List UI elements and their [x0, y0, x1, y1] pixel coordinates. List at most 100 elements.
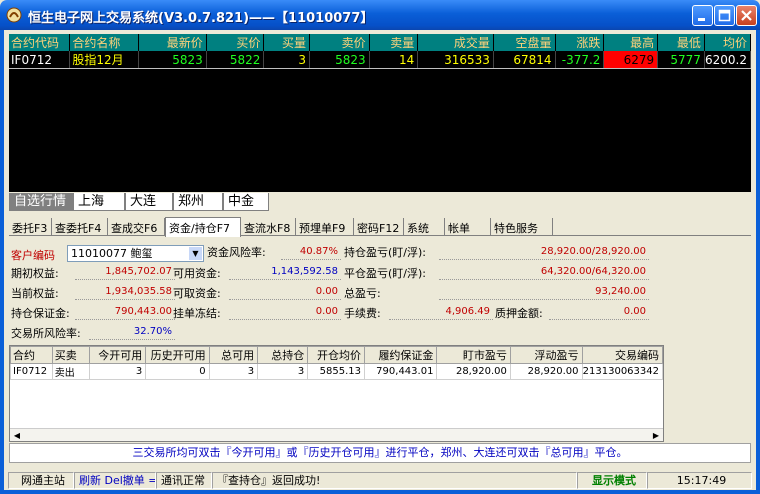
positions-header[interactable]: 合约 [10, 346, 53, 364]
market-tab-dalian[interactable]: 大连 [125, 193, 173, 211]
positions-header[interactable]: 历史开可用 [145, 346, 210, 364]
table-row[interactable]: IF0712 卖出 3 0 3 3 5855.13 790,443.01 28,… [10, 363, 664, 380]
positions-header-row: 合约 买卖 今开可用 历史开可用 总可用 总持仓 开仓均价 履约保证金 盯市盈亏… [10, 346, 664, 364]
positions-header[interactable]: 总可用 [208, 346, 259, 364]
pledge-value: 0.00 [549, 304, 649, 320]
positions-header[interactable]: 总持仓 [257, 346, 309, 364]
positions-header[interactable]: 履约保证金 [363, 346, 438, 364]
quote-header[interactable]: 最低 [657, 34, 705, 51]
quote-volume: 316533 [417, 51, 494, 69]
quote-header[interactable]: 买量 [263, 34, 311, 51]
quote-ask-vol: 14 [369, 51, 419, 69]
trade-tabs: 委托F3 查委托F4 查成交F6 资金/持仓F7 查流水F8 预埋单F9 密码F… [9, 217, 751, 237]
chevron-down-icon[interactable]: ▼ [189, 247, 202, 260]
quote-header[interactable]: 最高 [603, 34, 659, 51]
available-value: 1,143,592.58 [229, 264, 341, 280]
status-mode[interactable]: 显示模式 [577, 472, 647, 489]
tab-password[interactable]: 密码F12 [354, 218, 404, 236]
tab-query-flow[interactable]: 查流水F8 [241, 218, 296, 236]
table-cell: 213130063342 [581, 363, 664, 380]
pledge-label: 质押金额: [495, 307, 543, 320]
quote-header[interactable]: 涨跌 [555, 34, 605, 51]
tab-statement[interactable]: 帐单 [445, 218, 491, 236]
table-cell: 5855.13 [307, 363, 365, 380]
tab-query-trades[interactable]: 查成交F6 [108, 218, 165, 236]
position-pl-value: 28,920.00/28,920.00 [439, 244, 649, 260]
table-cell: 卖出 [51, 363, 90, 380]
funds-panel: 客户编码 11010077 鲍玺 ▼ 资金风险率: 40.87% 持仓盈亏(盯/… [9, 238, 751, 342]
total-pl-value: 93,240.00 [439, 284, 649, 300]
hint-bar: 三交易所均可双击『今开可用』或『历史开仓可用』进行平仓，郑州、大连还可双击『总可… [9, 443, 751, 463]
window-title: 恒生电子网上交易系统(V3.0.7.821)——【11010077】 [28, 11, 374, 26]
close-pl-label: 平仓盈亏(盯/浮): [344, 267, 426, 280]
positions-header[interactable]: 浮动盈亏 [509, 346, 583, 364]
margin-label: 持仓保证金: [11, 307, 70, 320]
market-tab-watchlist[interactable]: 自选行情 [9, 193, 73, 211]
available-label: 可用资金: [173, 267, 221, 280]
quote-header[interactable]: 均价 [704, 34, 752, 51]
status-station: 网通主站 [8, 472, 74, 489]
quote-low: 5777 [657, 51, 705, 69]
tab-system[interactable]: 系统 [404, 218, 445, 236]
tab-special-services[interactable]: 特色服务 [491, 218, 553, 236]
close-pl-value: 64,320.00/64,320.00 [439, 264, 649, 280]
quote-header[interactable]: 成交量 [417, 34, 494, 51]
close-button[interactable] [736, 5, 757, 26]
quote-row[interactable]: IF0712 股指12月 5823 5822 3 5823 14 316533 … [9, 51, 752, 69]
table-cell[interactable]: 0 [145, 363, 210, 380]
customer-select[interactable]: 11010077 鲍玺 ▼ [67, 245, 204, 262]
quote-name: 股指12月 [69, 51, 140, 69]
status-refresh[interactable]: 刷新 Del撤单 = [74, 472, 156, 489]
quote-board[interactable]: 合约代码 合约名称 最新价 买价 买量 卖价 卖量 成交量 空盘量 涨跌 最高 … [9, 34, 752, 192]
status-message: 『查持仓』返回成功! [212, 472, 577, 489]
app-logo-icon [6, 7, 22, 23]
positions-header[interactable]: 今开可用 [88, 346, 147, 364]
fund-risk-value: 40.87% [281, 244, 341, 260]
current-equity-value: 1,934,035.58 [75, 284, 175, 300]
table-cell[interactable]: 3 [208, 363, 259, 380]
quote-header[interactable]: 最新价 [138, 34, 207, 51]
close-icon [741, 10, 752, 21]
table-cell[interactable]: 3 [88, 363, 147, 380]
positions-header[interactable]: 买卖 [51, 346, 90, 364]
positions-header[interactable]: 开仓均价 [307, 346, 365, 364]
table-cell: 790,443.01 [363, 363, 438, 380]
quote-header[interactable]: 空盘量 [493, 34, 556, 51]
maximize-button[interactable] [714, 5, 735, 26]
positions-header[interactable]: 盯市盈亏 [436, 346, 511, 364]
opening-equity-label: 期初权益: [11, 267, 59, 280]
quote-header[interactable]: 买价 [206, 34, 265, 51]
market-tabs: 自选行情 上海 大连 郑州 中金 [9, 192, 751, 211]
minimize-icon [698, 18, 705, 21]
customer-value: 11010077 鲍玺 [71, 247, 153, 260]
margin-value: 790,443.00 [75, 304, 175, 320]
market-tab-shanghai[interactable]: 上海 [73, 193, 125, 211]
fund-risk-label: 资金风险率: [207, 246, 266, 259]
tab-funds-positions[interactable]: 资金/持仓F7 [165, 217, 241, 237]
quote-high: 6279 [603, 51, 659, 69]
title-bar[interactable]: 恒生电子网上交易系统(V3.0.7.821)——【11010077】 [0, 0, 760, 30]
quote-header[interactable]: 卖量 [369, 34, 419, 51]
status-bar: 网通主站 刷新 Del撤单 = 通讯正常 『查持仓』返回成功! 显示模式 15:… [4, 470, 756, 490]
withdrawable-label: 可取资金: [173, 287, 221, 300]
positions-header[interactable]: 交易编码 [581, 346, 664, 364]
scroll-left-icon[interactable]: ◀ [11, 430, 23, 441]
quote-header[interactable]: 合约代码 [9, 34, 71, 51]
quote-bid-vol: 3 [263, 51, 311, 69]
quote-header[interactable]: 卖价 [309, 34, 370, 51]
current-equity-label: 当前权益: [11, 287, 59, 300]
quote-header[interactable]: 合约名称 [69, 34, 140, 51]
opening-equity-value: 1,845,702.07 [75, 264, 175, 280]
tab-order[interactable]: 委托F3 [9, 218, 52, 236]
market-tab-zhengzhou[interactable]: 郑州 [173, 193, 223, 211]
market-tab-cffex[interactable]: 中金 [223, 193, 269, 211]
frozen-value: 0.00 [229, 304, 341, 320]
scroll-right-icon[interactable]: ▶ [650, 430, 662, 441]
quote-avg: 6200.2 [704, 51, 752, 69]
maximize-icon [718, 9, 731, 22]
horizontal-scrollbar[interactable]: ◀ ▶ [10, 428, 663, 441]
tab-query-orders[interactable]: 查委托F4 [52, 218, 108, 236]
positions-grid[interactable]: 合约 买卖 今开可用 历史开可用 总可用 总持仓 开仓均价 履约保证金 盯市盈亏… [9, 345, 664, 442]
tab-preset-orders[interactable]: 预埋单F9 [296, 218, 354, 236]
minimize-button[interactable] [692, 5, 713, 26]
